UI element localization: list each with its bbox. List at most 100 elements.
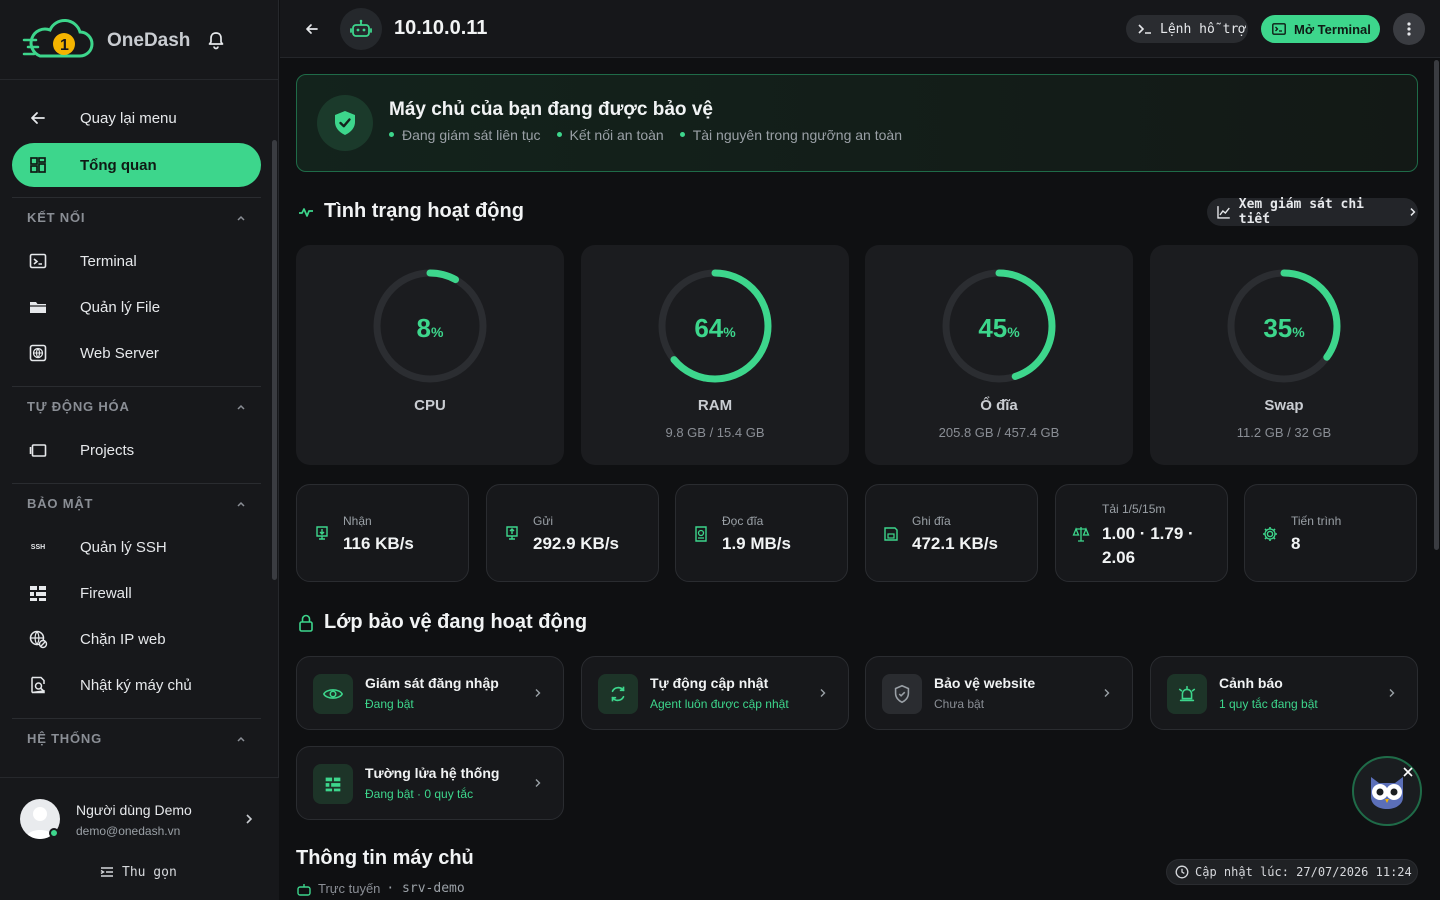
sidebar-item-block-ip[interactable]: Chặn IP web — [12, 617, 261, 661]
prompt-icon — [1138, 24, 1151, 34]
layer-status: Agent luôn được cập nhật — [650, 697, 789, 711]
protection-layer-card[interactable]: Giám sát đăng nhập Đang bật — [296, 656, 564, 730]
close-icon[interactable] — [1402, 766, 1414, 778]
view-monitoring-button[interactable]: Xem giám sát chi tiết — [1207, 197, 1418, 227]
stat-card: Ghi đĩa 472.1 KB/s — [865, 484, 1038, 582]
sidebar-item-ssh[interactable]: SSH Quản lý SSH — [12, 525, 261, 569]
gauge-card[interactable]: 64% RAM 9.8 GB / 15.4 GB — [581, 245, 849, 465]
sidebar-item-terminal[interactable]: Terminal — [12, 239, 261, 283]
more-options-button[interactable] — [1393, 13, 1425, 45]
user-profile[interactable]: Người dùng Demo demo@onedash.vn Thu gọn — [0, 777, 279, 900]
chart-line-icon — [1217, 206, 1230, 219]
protection-layer-card[interactable]: Tường lửa hệ thống Đang bật · 0 quy tắc — [296, 746, 564, 820]
main-scrollbar[interactable] — [1434, 60, 1439, 550]
section-header-connections[interactable]: KẾT NỐI — [12, 200, 261, 236]
sidebar-item-file-manager[interactable]: Quản lý File — [12, 285, 261, 329]
gauge-card[interactable]: 45% Ổ đĩa 205.8 GB / 457.4 GB — [865, 245, 1133, 465]
firewall-icon — [30, 586, 46, 601]
terminal-icon — [29, 253, 47, 269]
collapse-sidebar-button[interactable]: Thu gọn — [100, 863, 177, 881]
section-header-security[interactable]: BẢO MẬT — [12, 486, 261, 522]
stat-value: 8 — [1291, 534, 1301, 553]
sidebar-item-label: Tổng quan — [80, 156, 157, 174]
protection-layer-card[interactable]: Bảo vệ website Chưa bật — [865, 656, 1133, 730]
chevron-right-icon — [820, 689, 826, 697]
section-header-automation[interactable]: TỰ ĐỘNG HÓA — [12, 389, 261, 425]
projects-icon — [29, 444, 47, 457]
sidebar-item-label: Chặn IP web — [80, 630, 166, 648]
divider — [12, 483, 261, 484]
dashboard-grid-icon — [30, 157, 46, 173]
sidebar-item-label: Quản lý File — [80, 298, 161, 316]
layer-title: Cảnh báo — [1219, 675, 1283, 691]
chevron-right-icon — [1389, 689, 1395, 697]
gear-icon — [1263, 527, 1277, 541]
stat-card: Gửi 292.9 KB/s — [486, 484, 659, 582]
user-email: demo@onedash.vn — [76, 824, 181, 838]
gauge-value: 45% — [978, 313, 1020, 343]
sidebar-item-label: Terminal — [80, 252, 137, 270]
gauge-card[interactable]: 35% Swap 11.2 GB / 32 GB — [1150, 245, 1418, 465]
layer-status: Chưa bật — [934, 697, 985, 711]
gauge-detail: 9.8 GB / 15.4 GB — [665, 425, 765, 440]
alarm-icon — [1167, 674, 1207, 714]
stat-label: Tải 1/5/15m — [1102, 502, 1166, 516]
arrow-left-icon[interactable] — [302, 19, 322, 39]
help-commands-button[interactable]: Lệnh hỗ trợ — [1126, 15, 1248, 43]
gauge-value: 8% — [416, 313, 444, 343]
section-header-system[interactable]: HỆ THỐNG — [12, 721, 261, 757]
stat-label: Tiến trình — [1291, 514, 1342, 528]
divider — [12, 718, 261, 719]
sidebar-item-label: Web Server — [80, 344, 159, 362]
layer-status: Đang bật · 0 quy tắc — [365, 787, 474, 801]
gauge-detail: 205.8 GB / 457.4 GB — [938, 425, 1060, 440]
sidebar-item-web-server[interactable]: Web Server — [12, 331, 261, 375]
eye-icon — [313, 674, 353, 714]
protection-layer-card[interactable]: Cảnh báo 1 quy tắc đang bật — [1150, 656, 1418, 730]
onedash-logo[interactable]: 1 — [22, 18, 94, 62]
gauge-label: Swap — [1264, 397, 1304, 414]
gauge-card[interactable]: 8% CPU — [296, 245, 564, 465]
protection-layer-card[interactable]: Tự động cập nhật Agent luôn được cập nhật — [581, 656, 849, 730]
collapse-icon — [100, 867, 113, 877]
user-name: Người dùng Demo — [76, 802, 192, 818]
robot-icon — [297, 883, 311, 896]
gauge-value: 35% — [1263, 313, 1305, 343]
shield-check-icon — [882, 674, 922, 714]
chevron-right-icon[interactable] — [243, 813, 255, 825]
chevron-right-icon — [535, 689, 541, 697]
refresh-icon — [598, 674, 638, 714]
sidebar-scrollbar[interactable] — [272, 140, 277, 580]
stat-card: Tiến trình 8 — [1244, 484, 1417, 582]
top-bar: 10.10.0.11 Lệnh hỗ trợ Mở Terminal — [280, 0, 1440, 58]
sidebar-item-projects[interactable]: Projects — [12, 428, 261, 472]
terminal-icon — [1272, 23, 1286, 35]
chevron-right-icon — [535, 779, 541, 787]
open-terminal-button[interactable]: Mở Terminal — [1261, 15, 1380, 43]
stat-label: Nhận — [343, 514, 372, 528]
arrow-left-icon — [31, 112, 45, 124]
server-hostname: · srv-demo — [386, 881, 465, 896]
sidebar-item-overview[interactable]: Tổng quan — [12, 143, 261, 187]
gauge-value: 64% — [694, 313, 736, 343]
log-search-icon — [31, 676, 45, 694]
stat-card: Đọc đĩa 1.9 MB/s — [675, 484, 848, 582]
globe-block-icon — [29, 630, 48, 649]
server-info-title: Thông tin máy chủ — [296, 847, 474, 869]
divider — [12, 197, 261, 198]
section-title: KẾT NỐI — [27, 210, 86, 225]
sidebar-item-label: Firewall — [80, 584, 132, 602]
bell-icon[interactable] — [206, 30, 226, 50]
banner-title: Máy chủ của bạn đang được bảo vệ — [389, 99, 713, 120]
help-commands-label: Lệnh hỗ trợ — [1160, 21, 1247, 37]
robot-icon — [340, 8, 382, 50]
sidebar-item-back[interactable]: Quay lại menu — [12, 96, 261, 140]
gauge-label: Ổ đĩa — [980, 397, 1018, 414]
divider — [12, 386, 261, 387]
stat-value: 292.9 KB/s — [533, 534, 619, 553]
banner-bullet: Đang giám sát liên tục — [389, 127, 541, 143]
sidebar-item-firewall[interactable]: Firewall — [12, 571, 261, 615]
sidebar-item-server-log[interactable]: Nhật ký máy chủ — [12, 663, 261, 707]
chevron-up-icon — [237, 215, 245, 221]
gauge-label: RAM — [697, 397, 733, 414]
